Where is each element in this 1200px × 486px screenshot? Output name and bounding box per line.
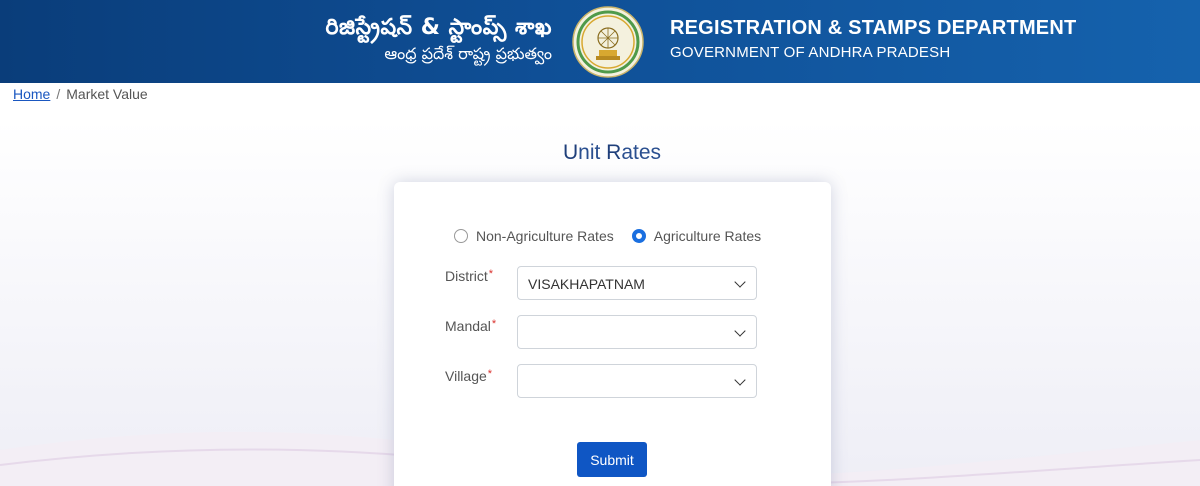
chevron-down-icon <box>734 325 746 337</box>
village-select[interactable] <box>517 364 757 398</box>
breadcrumb: Home / Market Value <box>13 86 148 102</box>
chevron-down-icon <box>734 276 746 288</box>
non-agriculture-label[interactable]: Non-Agriculture Rates <box>476 228 614 244</box>
district-label: District* <box>445 268 493 284</box>
agriculture-radio[interactable] <box>631 229 646 243</box>
village-label: Village* <box>445 368 492 384</box>
required-mark: * <box>491 318 497 330</box>
mandal-label: Mandal* <box>445 318 496 334</box>
site-header: రిజిస్ట్రేషన్ & స్టాంప్స్ శాఖ ఆంధ్ర ప్రద… <box>0 0 1200 83</box>
rate-type-radio-group: Non-Agriculture Rates Agriculture Rates <box>454 228 779 244</box>
submit-button[interactable]: Submit <box>577 442 647 477</box>
unit-rates-form-card: Non-Agriculture Rates Agriculture Rates … <box>394 182 831 486</box>
village-label-text: Village <box>445 368 487 384</box>
breadcrumb-home-link[interactable]: Home <box>13 86 50 102</box>
district-select[interactable]: VISAKHAPATNAM <box>517 266 757 300</box>
required-mark: * <box>487 368 493 380</box>
telugu-title: రిజిస్ట్రేషన్ & స్టాంప్స్ శాఖ <box>325 15 552 40</box>
english-subtitle: GOVERNMENT OF ANDHRA PRADESH <box>670 44 951 61</box>
page-title-part: ates <box>621 141 662 164</box>
state-emblem-icon <box>572 6 644 78</box>
page-title-part: R <box>606 141 622 164</box>
chevron-down-icon <box>734 374 746 386</box>
breadcrumb-current: Market Value <box>66 86 148 102</box>
telugu-subtitle: ఆంధ్ర ప్రదేశ్ రాష్ట్ర ప్రభుత్వం <box>384 44 552 63</box>
district-selected-value: VISAKHAPATNAM <box>528 276 645 292</box>
breadcrumb-separator: / <box>56 86 61 102</box>
mandal-select[interactable] <box>517 315 757 349</box>
required-mark: * <box>488 268 494 280</box>
page-title: Unit Rates <box>0 141 1200 165</box>
mandal-label-text: Mandal <box>445 318 491 334</box>
english-header-text: REGISTRATION & STAMPS DEPARTMENT GOVERNM… <box>670 16 1076 66</box>
page-title-part: U <box>562 141 579 164</box>
telugu-header-text: రిజిస్ట్రేషన్ & స్టాంప్స్ శాఖ ఆంధ్ర ప్రద… <box>326 14 553 66</box>
district-label-text: District <box>445 268 488 284</box>
page-title-part: nit <box>578 141 607 164</box>
agriculture-label[interactable]: Agriculture Rates <box>654 228 761 244</box>
non-agriculture-radio[interactable] <box>454 229 468 243</box>
english-title: REGISTRATION & STAMPS DEPARTMENT <box>670 17 1077 39</box>
